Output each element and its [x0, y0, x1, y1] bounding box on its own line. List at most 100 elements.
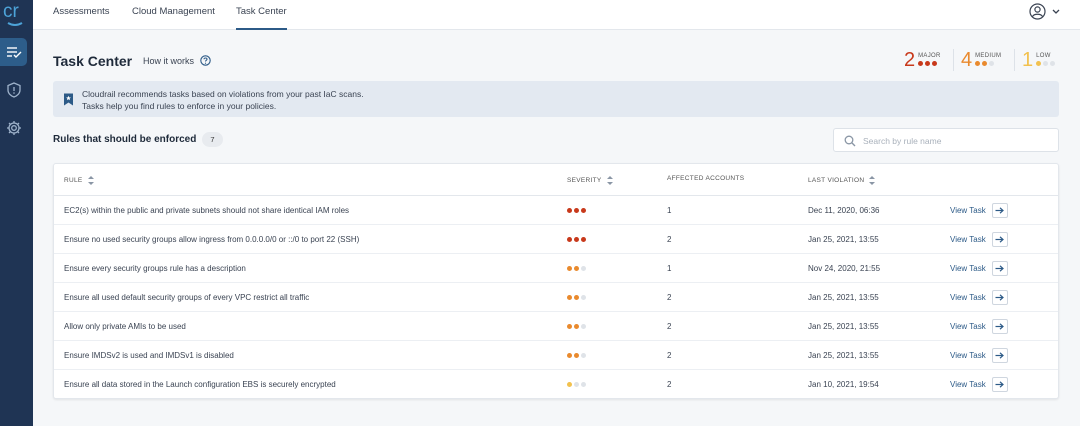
view-task-link[interactable]: View Task	[950, 261, 1008, 276]
rule-name: Ensure all data stored in the Launch con…	[64, 370, 336, 399]
rule-name: Ensure no used security groups allow ing…	[64, 225, 359, 254]
rule-name: Ensure all used default security groups …	[64, 283, 309, 312]
severity-dot	[567, 266, 572, 271]
severity-dot	[581, 295, 586, 300]
gear-icon	[6, 120, 22, 136]
rules-section-title: Rules that should be enforced	[53, 134, 196, 145]
view-task-button[interactable]	[992, 261, 1008, 276]
severity-dot	[574, 324, 579, 329]
last-violation: Nov 24, 2020, 21:55	[808, 254, 880, 283]
view-task-button[interactable]	[992, 319, 1008, 334]
sidebar-item-security[interactable]	[0, 76, 27, 104]
user-menu[interactable]	[1029, 3, 1060, 20]
chevron-down-icon	[1052, 9, 1060, 15]
severity-dot	[581, 353, 586, 358]
affected-accounts: 2	[667, 341, 671, 370]
severity-dot	[567, 353, 572, 358]
table-row[interactable]: EC2(s) within the public and private sub…	[54, 196, 1058, 225]
view-task-link[interactable]: View Task	[950, 203, 1008, 218]
sidebar-item-settings[interactable]	[0, 114, 27, 142]
view-task-link[interactable]: View Task	[950, 290, 1008, 305]
bookmark-star-icon	[63, 93, 74, 106]
how-it-works-link[interactable]: How it works	[143, 55, 211, 66]
low-dots	[1036, 61, 1055, 66]
severity-dot	[574, 382, 579, 387]
arrow-right-icon	[995, 294, 1004, 301]
low-count: 1	[1022, 49, 1033, 71]
table-row[interactable]: Ensure all used default security groups …	[54, 283, 1058, 312]
view-task-button[interactable]	[992, 348, 1008, 363]
table-header: RULE SEVERITY AFFECTED ACCOUNTS LAST VIO…	[54, 164, 1058, 196]
last-violation: Jan 25, 2021, 13:55	[808, 341, 879, 370]
view-task-button[interactable]	[992, 377, 1008, 392]
severity-dots	[567, 254, 586, 283]
view-task-link[interactable]: View Task	[950, 348, 1008, 363]
affected-accounts: 1	[667, 254, 671, 283]
view-task-link[interactable]: View Task	[950, 232, 1008, 247]
major-label: MAJOR	[918, 53, 941, 59]
sort-icon	[607, 176, 613, 185]
shield-icon	[7, 82, 21, 98]
severity-dot	[581, 382, 586, 387]
tab-cloud-management[interactable]: Cloud Management	[132, 0, 215, 30]
view-task-button[interactable]	[992, 203, 1008, 218]
table-row[interactable]: Ensure all data stored in the Launch con…	[54, 370, 1058, 399]
severity-dot	[574, 266, 579, 271]
arrow-right-icon	[995, 323, 1004, 330]
table-row[interactable]: Ensure no used security groups allow ing…	[54, 225, 1058, 254]
severity-dot	[581, 237, 586, 242]
sidebar-item-task-center[interactable]	[0, 38, 27, 66]
severity-dots	[567, 225, 586, 254]
affected-accounts: 2	[667, 370, 671, 399]
severity-dot	[574, 208, 579, 213]
rules-count-badge: 7	[202, 132, 223, 147]
major-count: 2	[904, 49, 915, 71]
how-it-works-label: How it works	[143, 56, 194, 66]
severity-dot	[567, 382, 572, 387]
svg-text:cr: cr	[3, 1, 20, 22]
affected-accounts: 2	[667, 312, 671, 341]
column-header-accounts: AFFECTED ACCOUNTS	[667, 175, 744, 182]
question-circle-icon	[200, 55, 211, 66]
severity-dots	[567, 312, 586, 341]
arrow-right-icon	[995, 207, 1004, 214]
low-label: LOW	[1036, 53, 1055, 59]
severity-summary-major: 2 MAJOR	[904, 49, 941, 71]
column-header-rule[interactable]: RULE	[64, 176, 94, 185]
view-task-button[interactable]	[992, 232, 1008, 247]
last-violation: Dec 11, 2020, 06:36	[808, 196, 879, 225]
affected-accounts: 2	[667, 283, 671, 312]
severity-dot	[581, 266, 586, 271]
view-task-label: View Task	[950, 380, 986, 389]
column-header-severity[interactable]: SEVERITY	[567, 176, 613, 185]
view-task-label: View Task	[950, 351, 986, 360]
table-row[interactable]: Ensure IMDSv2 is used and IMDSv1 is disa…	[54, 341, 1058, 370]
view-task-label: View Task	[950, 206, 986, 215]
medium-count: 4	[961, 49, 972, 71]
table-row[interactable]: Ensure every security groups rule has a …	[54, 254, 1058, 283]
medium-label: MEDIUM	[975, 53, 1001, 59]
column-header-last-violation[interactable]: LAST VIOLATION	[808, 176, 875, 185]
last-violation: Jan 25, 2021, 13:55	[808, 225, 879, 254]
severity-dot	[567, 237, 572, 242]
user-circle-icon	[1029, 3, 1046, 20]
view-task-button[interactable]	[992, 290, 1008, 305]
tab-task-center[interactable]: Task Center	[236, 0, 287, 30]
view-task-label: View Task	[950, 293, 986, 302]
view-task-label: View Task	[950, 235, 986, 244]
last-violation: Jan 10, 2021, 19:54	[808, 370, 879, 399]
view-task-link[interactable]: View Task	[950, 377, 1008, 392]
banner-line-1: Cloudrail recommends tasks based on viol…	[82, 88, 364, 100]
table-row[interactable]: Allow only private AMIs to be used2Jan 2…	[54, 312, 1058, 341]
affected-accounts: 2	[667, 225, 671, 254]
rule-name: Ensure every security groups rule has a …	[64, 254, 246, 283]
severity-dot	[581, 208, 586, 213]
medium-dots	[975, 61, 1001, 66]
last-violation: Jan 25, 2021, 13:55	[808, 283, 879, 312]
tab-assessments[interactable]: Assessments	[53, 0, 110, 30]
search-input[interactable]	[863, 133, 1043, 148]
severity-dots	[567, 196, 586, 225]
view-task-link[interactable]: View Task	[950, 319, 1008, 334]
arrow-right-icon	[995, 265, 1004, 272]
cloudrail-logo[interactable]: cr	[1, 0, 31, 28]
